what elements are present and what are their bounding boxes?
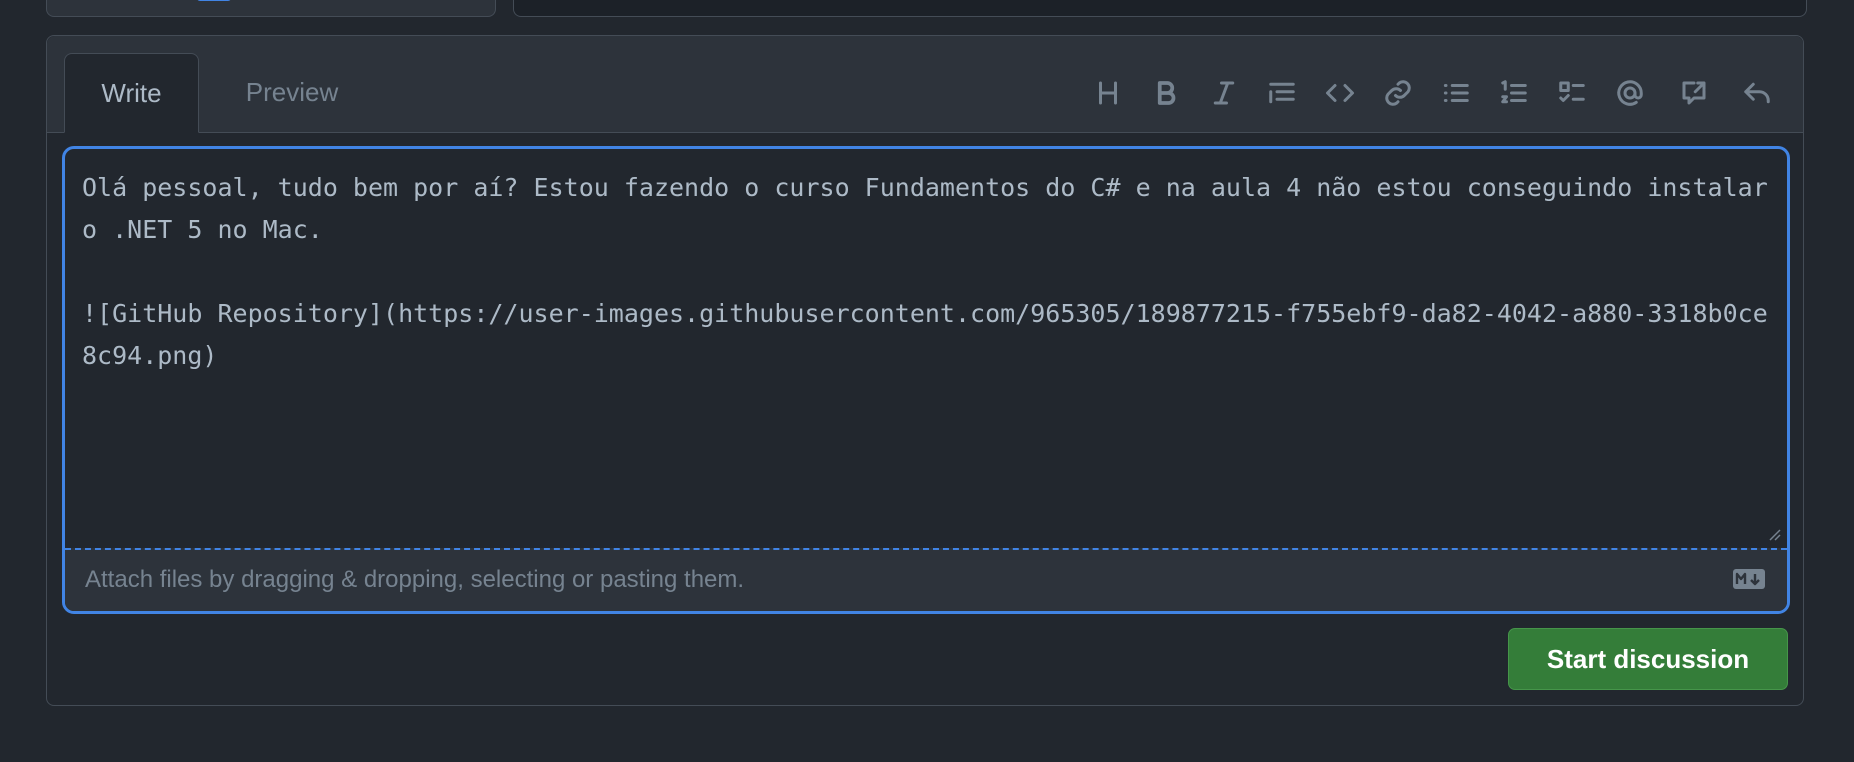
link-icon[interactable] [1378, 63, 1418, 123]
editor-tab-bar: Write Preview [47, 36, 1803, 133]
comment-editor-panel: Write Preview Olá pessoal, tudo bem por … [46, 35, 1804, 706]
code-icon[interactable] [1320, 63, 1360, 123]
previous-form-row [0, 0, 1854, 18]
cross-reference-icon[interactable] [1674, 63, 1714, 123]
attach-files-bar[interactable]: Attach files by dragging & dropping, sel… [65, 548, 1787, 611]
category-label-fragment [197, 0, 231, 1]
mention-icon[interactable] [1610, 63, 1650, 123]
title-input-fragment[interactable] [513, 0, 1807, 17]
reply-icon[interactable] [1737, 63, 1777, 123]
category-selector-fragment[interactable] [46, 0, 496, 17]
task-list-icon[interactable] [1552, 63, 1592, 123]
quote-icon[interactable] [1262, 63, 1302, 123]
numbered-list-icon[interactable] [1494, 63, 1534, 123]
tab-write[interactable]: Write [64, 53, 199, 133]
heading-icon[interactable] [1088, 63, 1128, 123]
resize-handle-icon[interactable] [1767, 527, 1781, 541]
tab-preview[interactable]: Preview [217, 53, 367, 132]
attach-files-text[interactable]: Attach files by dragging & dropping, sel… [85, 566, 744, 594]
comment-body-text[interactable]: Olá pessoal, tudo bem por aí? Estou faze… [82, 167, 1772, 517]
bold-icon[interactable] [1146, 63, 1186, 123]
bulleted-list-icon[interactable] [1436, 63, 1476, 123]
markdown-icon[interactable] [1733, 569, 1765, 589]
italic-icon[interactable] [1204, 63, 1244, 123]
start-discussion-button[interactable]: Start discussion [1508, 628, 1788, 690]
comment-textarea[interactable]: Olá pessoal, tudo bem por aí? Estou faze… [62, 146, 1790, 614]
